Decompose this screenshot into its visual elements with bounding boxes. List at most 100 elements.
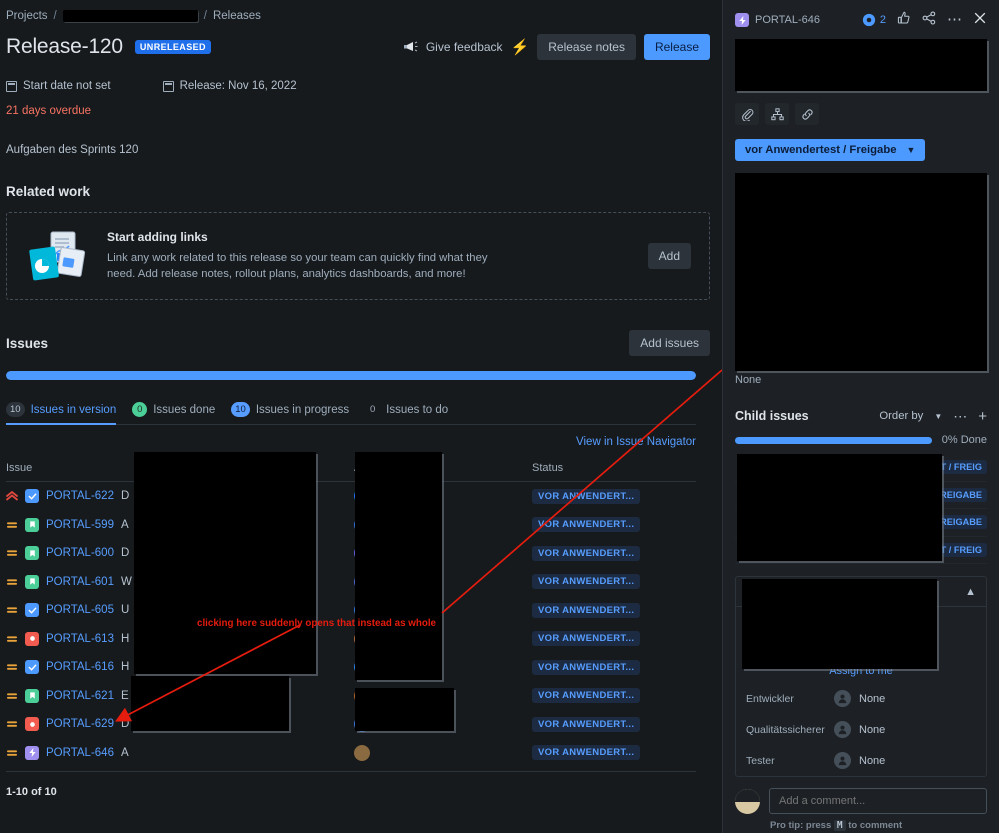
detail-attach-row <box>735 103 987 125</box>
add-child-issue-button[interactable] <box>765 103 789 125</box>
table-row[interactable]: PORTAL-622D zu...VOR ANWENDERT... <box>6 482 696 511</box>
status-badge: VOR ANWENDERT... <box>532 659 641 675</box>
detail-issue-key[interactable]: PORTAL-646 <box>755 14 820 26</box>
issues-table: Issue Assignee Status PORTAL-622D zu...V… <box>6 462 696 772</box>
detail-panel-actions: 2 ⋯ <box>862 10 987 30</box>
redacted-description <box>735 173 987 371</box>
table-row[interactable]: PORTAL-629 D VOR ANWENDERT... <box>6 710 696 739</box>
status-dropdown[interactable]: vor Anwendertest / Freigabe ▼ <box>735 139 926 161</box>
avatar <box>354 744 370 761</box>
priority-icon <box>6 747 18 759</box>
people-field-value[interactable]: None <box>834 721 885 738</box>
status-dropdown-label: vor Anwendertest / Freigabe <box>745 144 897 156</box>
start-date-item: Start date not set <box>6 80 111 92</box>
watch-count: 2 <box>879 14 886 26</box>
tab-1[interactable]: 0 Issues done <box>132 402 215 424</box>
status-badge: VOR ANWENDERT... <box>532 517 641 533</box>
add-issues-button[interactable]: Add issues <box>629 330 710 356</box>
person-avatar-icon <box>834 721 851 738</box>
watch-button[interactable]: 2 <box>862 13 886 27</box>
pro-tip-post: to comment <box>848 820 903 831</box>
tab-label: Issues done <box>153 403 216 416</box>
issue-key-link[interactable]: PORTAL-599 <box>46 519 114 531</box>
child-issues-progress-row: 0% Done <box>735 434 987 446</box>
redacted-assignee-block <box>355 452 442 680</box>
overdue-label: 21 days overdue <box>6 105 92 117</box>
issues-progress-bar <box>6 371 696 380</box>
breadcrumb-projects[interactable]: Projects <box>6 10 48 22</box>
priority-medium-icon <box>7 522 17 528</box>
start-date-label: Start date not set <box>23 80 111 92</box>
issue-key-link[interactable]: PORTAL-621 <box>46 690 114 702</box>
priority-icon <box>6 490 18 502</box>
table-row[interactable]: PORTAL-599A llis...VOR ANWENDERT... <box>6 511 696 540</box>
people-field-value[interactable]: None <box>834 752 885 769</box>
lightning-bolt-icon[interactable]: ⚡ <box>511 38 530 56</box>
issue-key-link[interactable]: PORTAL-629 <box>46 718 114 730</box>
table-row[interactable]: PORTAL-605U ini...VOR ANWENDERT... <box>6 596 696 625</box>
people-row[interactable]: Tester None <box>736 745 986 776</box>
add-link-button[interactable]: Add <box>647 243 691 269</box>
column-header-status: Status <box>532 462 564 474</box>
priority-icon <box>6 633 18 645</box>
priority-medium-icon <box>7 579 17 585</box>
chevron-down-icon[interactable]: ▼ <box>934 412 942 421</box>
table-row[interactable]: PORTAL-601 W VOR ANWENDERT... <box>6 568 696 597</box>
epic-type-icon <box>735 13 749 27</box>
issue-key-link[interactable]: PORTAL-646 <box>46 747 114 759</box>
table-row[interactable]: PORTAL-646 A VOR ANWENDERT... <box>6 739 696 768</box>
table-row[interactable]: PORTAL-600D np...VOR ANWENDERT... <box>6 539 696 568</box>
page-title: Release-120 <box>6 35 123 58</box>
issue-key-link[interactable]: PORTAL-616 <box>46 661 114 673</box>
issue-key-link[interactable]: PORTAL-613 <box>46 633 114 645</box>
detail-issue-key-group[interactable]: PORTAL-646 <box>735 13 820 27</box>
view-in-issue-navigator-link[interactable]: View in Issue Navigator <box>576 436 696 448</box>
release-date-label: Release: Nov 16, 2022 <box>179 80 297 92</box>
people-row[interactable]: Entwickler None <box>736 683 986 714</box>
child-issues-title: Child issues <box>735 409 809 423</box>
table-row[interactable]: PORTAL-616H tra...VOR ANWENDERT... <box>6 653 696 682</box>
table-row[interactable]: PORTAL-613H TabsVOR ANWENDERT... <box>6 625 696 654</box>
chevron-up-icon[interactable]: ▲ <box>965 586 976 598</box>
people-field-value[interactable]: None <box>834 690 885 707</box>
issue-key-link[interactable]: PORTAL-600 <box>46 547 114 559</box>
give-feedback-button[interactable]: Give feedback <box>403 40 503 54</box>
attach-button[interactable] <box>735 103 759 125</box>
like-button[interactable] <box>897 11 911 30</box>
issue-key-link[interactable]: PORTAL-605 <box>46 604 114 616</box>
table-row[interactable]: PORTAL-621E cht...VOR ANWENDERT... <box>6 682 696 711</box>
status-cell: VOR ANWENDERT... <box>532 574 696 590</box>
share-button[interactable] <box>922 10 936 30</box>
tab-label: Issues to do <box>386 403 449 416</box>
order-by-button[interactable]: Order by <box>879 410 923 422</box>
person-avatar-icon <box>834 690 851 707</box>
tab-count: 10 <box>231 402 250 417</box>
avatar <box>735 788 760 814</box>
tab-count: 10 <box>6 402 25 417</box>
breadcrumb-releases[interactable]: Releases <box>213 10 261 22</box>
navigator-link-row: View in Issue Navigator <box>6 436 696 448</box>
issue-key-link[interactable]: PORTAL-601 <box>46 576 114 588</box>
add-link-button[interactable] <box>795 103 819 125</box>
child-issues-more-button[interactable]: ⋯ <box>953 409 967 423</box>
task-type-icon <box>25 660 39 675</box>
close-panel-button[interactable] <box>973 11 987 30</box>
people-row[interactable]: Qualitätssicherer None <box>736 714 986 745</box>
person-name: None <box>859 754 886 767</box>
issues-table-body: PORTAL-622D zu...VOR ANWENDERT...PORTAL-… <box>6 482 696 767</box>
add-child-issue-plus-button[interactable]: + <box>978 409 987 424</box>
person-name: None <box>859 723 886 736</box>
issue-key-link[interactable]: PORTAL-622 <box>46 490 114 502</box>
status-badge: VOR ANWENDERT... <box>532 602 641 618</box>
bug-type-icon <box>25 717 39 732</box>
more-actions-button[interactable]: ⋯ <box>947 12 962 27</box>
detail-panel-header: PORTAL-646 2 ⋯ <box>735 10 987 30</box>
release-notes-button[interactable]: Release notes <box>537 34 636 60</box>
breadcrumb-project-redacted[interactable] <box>62 10 198 22</box>
release-button[interactable]: Release <box>643 34 710 60</box>
comment-input[interactable] <box>769 788 987 814</box>
header-actions: Give feedback ⚡ Release notes Release <box>403 34 710 60</box>
tab-3[interactable]: 0 Issues to do <box>365 402 448 424</box>
tab-2[interactable]: 10 Issues in progress <box>231 402 349 424</box>
tab-0[interactable]: 10 Issues in version <box>6 402 117 425</box>
